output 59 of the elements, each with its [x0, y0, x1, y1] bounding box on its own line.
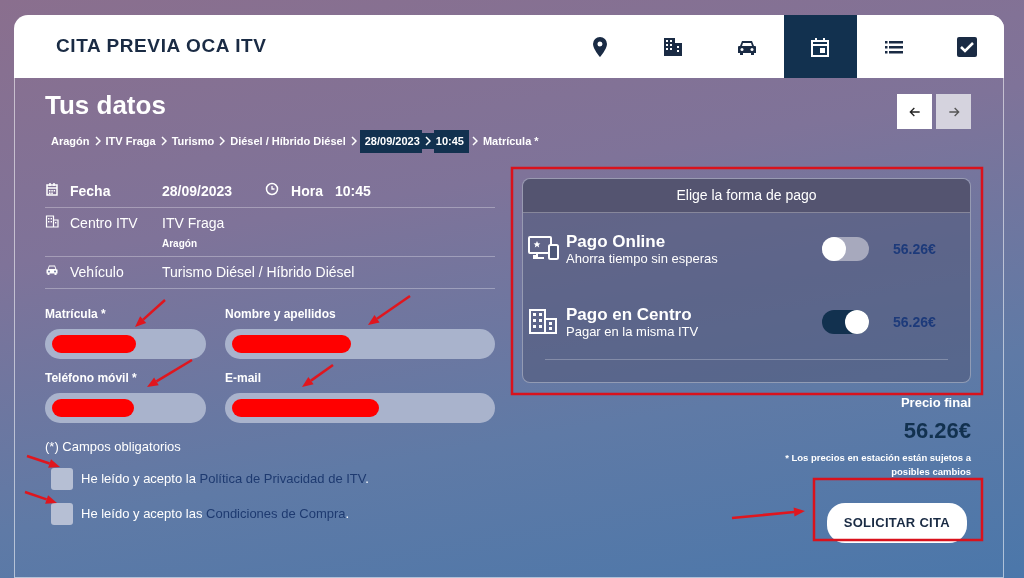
breadcrumb-item[interactable]: 28/09/2023: [359, 130, 422, 153]
toggle-switch[interactable]: [822, 310, 869, 334]
required-note: (*) Campos obligatorios: [45, 437, 182, 456]
option-name: Pago Online: [566, 232, 667, 251]
checkbox[interactable]: [51, 468, 73, 490]
option-price: 56.26€: [892, 312, 937, 332]
checkbox-icon: [955, 34, 980, 59]
back-button[interactable]: [897, 94, 932, 129]
header-title: CITA PREVIA OCA ITV: [55, 34, 268, 59]
building-icon: [45, 213, 59, 228]
center-region: Aragón: [162, 236, 198, 251]
annotation-arrow: [135, 299, 166, 327]
annotation-arrow: [26, 454, 60, 468]
breadcrumb-item[interactable]: 10:45: [433, 130, 469, 153]
step-tab[interactable]: [783, 15, 857, 78]
annotation-arrow: [147, 358, 193, 387]
breadcrumb-item[interactable]: ITV Fraga: [103, 130, 158, 153]
input-field[interactable]: [45, 328, 206, 359]
price-note: * Los precios en estación están sujetos a posibles cambios: [784, 451, 971, 479]
submit-button[interactable]: SOLICITAR CITA: [826, 503, 967, 543]
breadcrumb-item[interactable]: Matrícula *: [480, 130, 541, 153]
date-value: 28/09/2023: [162, 181, 233, 201]
calendar-icon: [45, 181, 59, 196]
final-price-label: Precio final: [900, 393, 971, 412]
consent-text: He leído y acepto la Política de Privacidad de ITV.: [81, 470, 369, 489]
final-price: 56.26€: [903, 417, 971, 445]
page-title: Tus datos: [45, 90, 167, 120]
field-label: E-mail: [225, 369, 261, 387]
vehicle-label: Vehículo: [70, 262, 125, 282]
option-description: Ahorra tiempo sin esperas: [566, 251, 718, 266]
breadcrumb-item[interactable]: Diésel / Híbrido Diésel: [228, 130, 348, 153]
annotation-arrow: [368, 294, 411, 325]
option-description: Pagar en la misma ITV: [566, 324, 699, 339]
building-icon: [528, 307, 560, 337]
option-price: 56.26€: [892, 239, 937, 259]
annotation-arrow: [24, 490, 57, 504]
breadcrumb-item[interactable]: Turismo: [169, 130, 217, 153]
input-field[interactable]: [225, 328, 495, 359]
field-label: Teléfono móvil *: [45, 369, 137, 387]
center-label: Centro ITV: [70, 213, 139, 233]
consent-link[interactable]: Condiciones de Compra: [206, 506, 346, 522]
vehicle-value: Turismo Diésel / Híbrido Diésel: [162, 262, 355, 282]
time-label: Hora: [291, 181, 323, 201]
field-label: Matrícula *: [45, 305, 106, 323]
option-name: Pago en Centro: [566, 305, 693, 324]
clock-icon: [265, 181, 280, 196]
field-label: Nombre y apellidos: [225, 305, 336, 323]
checkbox[interactable]: [51, 503, 73, 525]
input-field[interactable]: [45, 392, 206, 423]
breadcrumb-item[interactable]: Aragón: [49, 130, 92, 153]
input-field[interactable]: [225, 392, 495, 423]
consent-link[interactable]: Política de Privacidad de ITV: [199, 471, 366, 487]
annotation-arrow: [302, 364, 334, 387]
payment-title: Elige la forma de pago: [523, 178, 970, 213]
date-label: Fecha: [70, 181, 112, 201]
toggle-switch[interactable]: [822, 237, 869, 261]
consent-text: He leído y acepto las Condiciones de Compra.: [81, 505, 350, 524]
center-value: ITV Fraga: [162, 213, 225, 233]
time-value: 10:45: [335, 181, 371, 201]
